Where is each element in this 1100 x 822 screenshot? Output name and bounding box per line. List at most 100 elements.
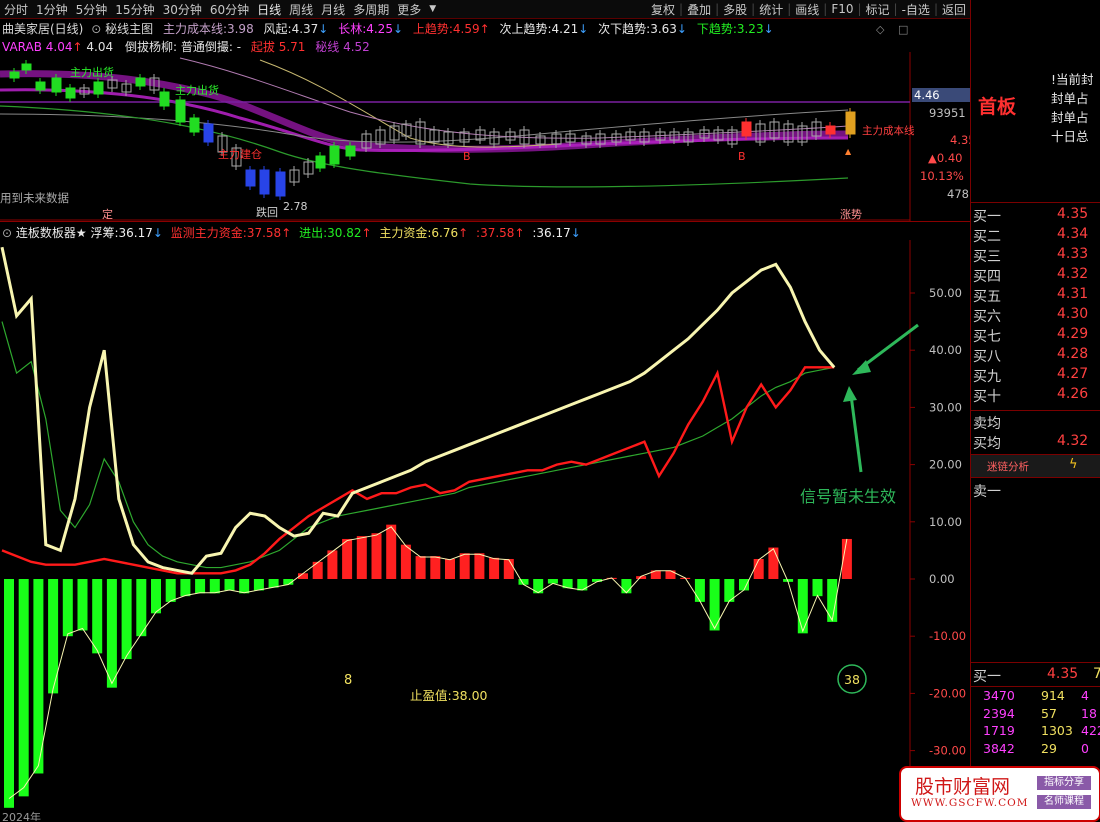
histogram-bar xyxy=(92,579,103,654)
histogram-bar xyxy=(474,553,485,579)
buy-level-price: 4.32 xyxy=(1057,266,1089,282)
lightning-icon[interactable]: ϟ xyxy=(1069,457,1078,472)
volume-row: 2394 57 18 xyxy=(971,706,1100,723)
tab-60min[interactable]: 60分钟 xyxy=(206,1,253,18)
feng-label: 风起: xyxy=(263,22,292,36)
watermark-title: 股市财富网 xyxy=(915,776,1011,798)
button-fanhui[interactable]: 返回 xyxy=(938,1,970,18)
thin-yellow-histogram-line xyxy=(8,526,848,800)
histogram-bar xyxy=(797,579,808,634)
down-arrow-icon: ↓ xyxy=(578,22,589,36)
jinchu-label: 进出: xyxy=(299,226,328,240)
histogram-bar xyxy=(136,579,147,637)
down-trend-value: 3.23 xyxy=(736,22,764,36)
buy-level-row[interactable]: 买三 4.33 xyxy=(971,246,1100,265)
volume-row: 1719 1303 422 xyxy=(971,723,1100,740)
tab-1min[interactable]: 1分钟 xyxy=(32,1,72,18)
volume-cell: 4 xyxy=(1081,688,1089,703)
bottom-buy-1-extra: 7 xyxy=(1093,666,1100,682)
button-fuquan[interactable]: 复权 xyxy=(647,1,679,18)
buy-level-row[interactable]: 买五 4.31 xyxy=(971,286,1100,305)
buy-level-row[interactable]: 买四 4.32 xyxy=(971,266,1100,285)
buy-level-label: 买四 xyxy=(973,269,1001,285)
tab-monthly[interactable]: 月线 xyxy=(317,1,349,18)
annotation-jiancang: 主力建仓 xyxy=(218,147,262,161)
button-diejia[interactable]: 叠加 xyxy=(683,1,715,18)
tab-fenshi[interactable]: 分时 xyxy=(0,1,32,18)
candlestick xyxy=(275,171,286,197)
histogram-bar xyxy=(121,579,132,660)
tab-5min[interactable]: 5分钟 xyxy=(72,1,112,18)
main-chart-header: 曲美家居(日线) ⊙ 秘线主图 主力成本线:3.98 风起:4.37↓ 长林:4… xyxy=(2,20,774,37)
tab-30min[interactable]: 30分钟 xyxy=(159,1,206,18)
year-label: 2024年 xyxy=(2,810,41,821)
button-huaxian[interactable]: 画线 xyxy=(791,1,823,18)
upper-axis-v5: 478 xyxy=(947,187,969,201)
number-8-label: 8 xyxy=(344,673,352,688)
volume-cell: 0 xyxy=(1081,740,1089,756)
buy-level-row[interactable]: 买七 4.29 xyxy=(971,326,1100,345)
buy-level-row[interactable]: 买九 4.27 xyxy=(971,366,1100,385)
seal-line-4: 十日总 xyxy=(1051,129,1089,144)
tab-15min[interactable]: 15分钟 xyxy=(111,1,158,18)
tab-more[interactable]: 更多 xyxy=(393,1,425,18)
tab-weekly[interactable]: 周线 xyxy=(285,1,317,18)
seal-line-1: !当前封 xyxy=(1051,72,1094,87)
button-biaoji[interactable]: 标记 xyxy=(862,1,894,18)
buy-level-row[interactable]: 买八 4.28 xyxy=(971,346,1100,365)
red-indicator-line xyxy=(1,366,835,575)
diamond-icon[interactable]: ◇ xyxy=(876,23,884,36)
candlestick xyxy=(203,123,214,143)
candlestick xyxy=(135,77,146,87)
histogram-bar xyxy=(195,579,206,594)
seal-info: !当前封 封单占 封单占 十日总 xyxy=(1051,70,1094,146)
buy-level-row[interactable]: 买六 4.30 xyxy=(971,306,1100,325)
histogram-bar xyxy=(371,533,382,579)
watermark-tag-1: 指标分享 xyxy=(1037,776,1091,790)
seal-line-2: 封单占 xyxy=(1051,91,1089,106)
main-chart-name[interactable]: 秘线主图 xyxy=(105,22,153,36)
down-arrow-icon: ↓ xyxy=(763,22,774,36)
histogram-bar xyxy=(180,579,191,597)
button-f10[interactable]: F10 xyxy=(827,2,857,16)
button-zixuan[interactable]: -自选 xyxy=(898,1,934,18)
buy-level-price: 4.35 xyxy=(1057,206,1089,222)
volume-row: 3842 29 0 xyxy=(971,741,1100,758)
more-chevron-icon[interactable]: ▼ xyxy=(425,4,440,14)
y-tick-label: 10.00 xyxy=(929,515,962,529)
purple-band xyxy=(0,70,849,153)
square-icon[interactable]: □ xyxy=(898,23,908,36)
candlestick xyxy=(825,125,836,135)
up-trend-label: 上趋势: xyxy=(412,22,453,36)
buy-level-row[interactable]: 买一 4.35 xyxy=(971,206,1100,225)
button-duogu[interactable]: 多股 xyxy=(719,1,751,18)
button-tongji[interactable]: 统计 xyxy=(755,1,787,18)
upper-axis-v4: 10.13% xyxy=(920,169,964,183)
histogram-bar xyxy=(415,556,426,579)
buy-levels-list: 买一 4.35 买二 4.34 买三 4.33 买四 4.32 买五 4.31 买六 4.30 买七 4.… xyxy=(971,206,1100,406)
volume-cell: 18 xyxy=(1081,705,1097,721)
fuchou-label: 浮筹: xyxy=(90,226,119,240)
pane-separator xyxy=(0,221,970,222)
buy-level-label: 买五 xyxy=(973,289,1001,305)
analysis-bar[interactable]: 迷链分析 ϟ xyxy=(971,454,1100,478)
buy-level-row[interactable]: 买二 4.34 xyxy=(971,226,1100,245)
tab-daily[interactable]: 日线 xyxy=(253,1,285,18)
histogram-bar xyxy=(224,579,235,591)
y-tick-label: 30.00 xyxy=(929,400,962,414)
candlestick xyxy=(35,81,46,91)
indicator-name[interactable]: 连板数板器★ xyxy=(16,226,87,240)
sell-1-label: 卖一 xyxy=(973,484,1001,500)
settings-icon[interactable]: ⊙ xyxy=(2,226,12,240)
settings-icon[interactable]: ⊙ xyxy=(91,22,101,36)
signal-annotation: 信号暂未生效 xyxy=(800,487,896,506)
buy-level-row[interactable]: 买十 4.26 xyxy=(971,386,1100,405)
volume-cell: 57 xyxy=(1041,705,1057,721)
yellow-indicator-line xyxy=(0,246,836,575)
y-tick-label: -30.00 xyxy=(929,744,966,758)
stock-name: 曲美家居(日线) xyxy=(2,22,84,36)
tab-multi-period[interactable]: 多周期 xyxy=(349,1,393,18)
buy-level-label: 买二 xyxy=(973,229,1001,245)
buy-level-label: 买十 xyxy=(973,389,1001,405)
watermark-logo: 股市财富网 WWW.GSCFW.COM 指标分享 名师课程 xyxy=(899,766,1100,822)
